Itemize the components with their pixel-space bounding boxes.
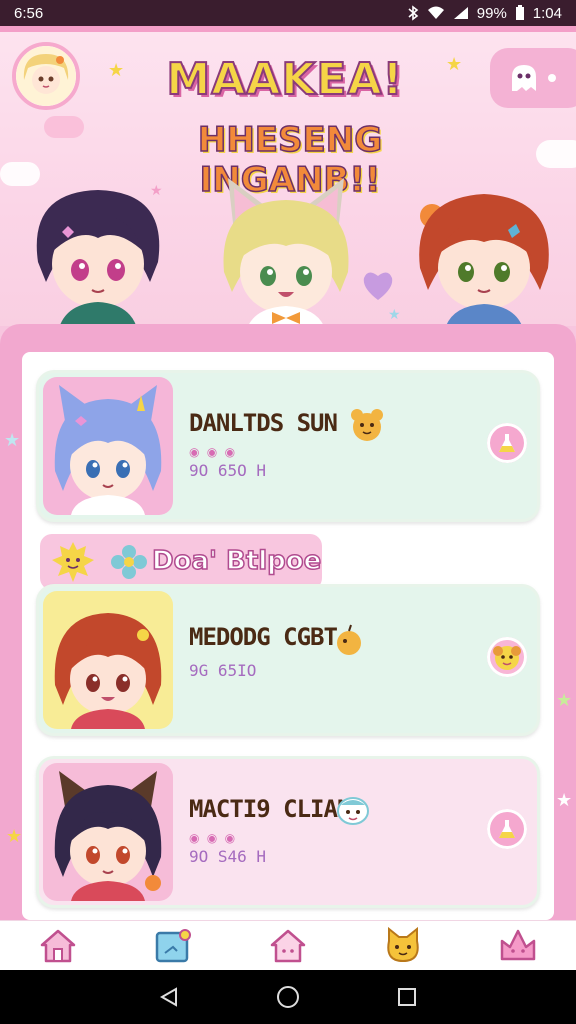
nav-gallery[interactable] [149, 924, 197, 968]
home-circle-icon[interactable] [276, 985, 300, 1009]
star-icon: ★ [388, 306, 401, 322]
profile-avatar[interactable] [12, 42, 80, 110]
chibi-cat-ear-blonde-character [223, 178, 349, 326]
potion-button[interactable] [487, 423, 527, 463]
header-banner: ★ ★ ★ ★ ★ ★ MAAKEA! HHESENG INGANB!! [0, 26, 576, 326]
chibi-red-hair-character [419, 194, 549, 326]
status-clock: 1:04 [532, 4, 562, 22]
star-icon: ★ [6, 826, 23, 846]
chibi-blue-hair-cat-character [54, 385, 162, 515]
nav-pets[interactable] [379, 924, 427, 968]
character-thumbnail [43, 591, 173, 729]
back-icon[interactable] [158, 986, 180, 1008]
ghost-icon [512, 65, 536, 91]
nav-house[interactable] [264, 924, 312, 968]
character-meta: 9G 65IO [189, 661, 257, 680]
character-thumbnail [43, 377, 173, 515]
list-item[interactable]: MEDODG CGBT 9G 65IO [36, 584, 540, 736]
star-icon: ★ [446, 54, 463, 74]
character-name: DANLTDS SUN [189, 409, 338, 437]
character-meta: 9O S46 H [189, 847, 267, 866]
character-meta: 9O 65O H [189, 461, 267, 480]
avatar-girl-icon [16, 46, 76, 106]
rating-dots: ◉ ◉ ◉ [189, 445, 238, 459]
status-icons: 99% 1:04 [407, 5, 562, 22]
character-thumbnail [43, 763, 173, 901]
wifi-icon [427, 6, 444, 19]
star-icon: ★ [108, 60, 125, 80]
home-icon [40, 929, 75, 962]
bottom-nav [0, 920, 576, 970]
heart-icon [363, 272, 393, 300]
potion-icon [499, 434, 515, 452]
house-icon [270, 929, 306, 962]
signal-icon [453, 7, 468, 19]
battery-icon [515, 5, 524, 20]
fruit-icon [337, 624, 361, 655]
chibi-dark-hair-cat-character [54, 771, 162, 901]
chibi-purple-hair-character [36, 190, 160, 326]
list-item[interactable]: DANLTDS SUN ◉ ◉ ◉ 9O 65O H [36, 370, 540, 522]
pet-button[interactable] [487, 637, 527, 677]
smiley-cloud-icon [337, 797, 369, 825]
star-icon: ★ [556, 690, 573, 710]
top-right-menu[interactable] [490, 48, 576, 108]
character-name: MACTI9 CLIAN [189, 795, 351, 823]
chibi-red-hair-character [54, 613, 162, 729]
nav-crown[interactable] [494, 924, 542, 968]
dot-icon [548, 74, 556, 82]
potion-button[interactable] [487, 809, 527, 849]
rating-dots: ◉ ◉ ◉ [189, 831, 238, 845]
bluetooth-icon [408, 5, 419, 21]
cat-face-icon [387, 926, 419, 962]
potion-icon [499, 820, 515, 838]
battery-percent: 99% [476, 4, 507, 22]
star-icon: ★ [4, 430, 21, 450]
list-item[interactable]: MACTI9 CLIAN ◉ ◉ ◉ 9O S46 H [36, 756, 540, 908]
sun-face-icon [52, 542, 94, 582]
star-icon: ★ [556, 790, 573, 810]
nav-home[interactable] [34, 924, 82, 968]
status-bar: 6:56 99% 1:04 [0, 0, 576, 26]
cloud-decoration [44, 116, 84, 138]
photo-edit-icon [155, 928, 191, 962]
section-tag[interactable]: Doa' Btlpoe [40, 534, 322, 590]
system-nav-bar [0, 970, 576, 1024]
bear-face-icon [351, 409, 383, 441]
crown-icon [501, 929, 536, 960]
character-name: MEDODG CGBT [189, 623, 338, 651]
status-time: 6:56 [14, 4, 44, 22]
recents-icon[interactable] [396, 986, 418, 1008]
flower-icon [111, 545, 147, 579]
app-title: MAAKEA! [165, 53, 404, 106]
section-tag-label: Doa' Btlpoe [151, 545, 322, 577]
puppy-face-icon [493, 646, 521, 670]
cloud-decoration [536, 140, 576, 168]
